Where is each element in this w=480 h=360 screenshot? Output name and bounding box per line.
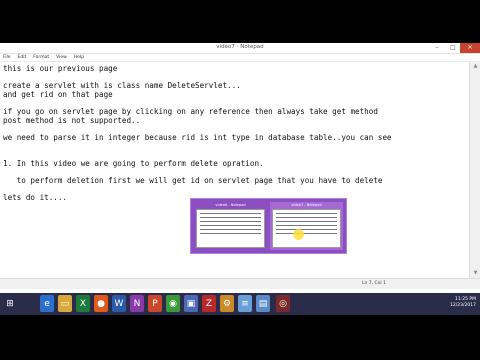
editor-line: to perform deletion first we will get id… <box>3 175 383 185</box>
word-icon[interactable]: W <box>112 295 126 312</box>
menu-format[interactable]: Format <box>33 54 49 61</box>
editor-line: create a servlet with is class name Dele… <box>3 81 241 91</box>
onenote-icon[interactable]: N <box>130 295 144 312</box>
editor-line: 1. In this video we are going to perform… <box>3 158 264 168</box>
editor-line: this is our previous page <box>3 64 118 73</box>
ie-icon[interactable]: e <box>40 295 54 312</box>
window-titlebar[interactable]: video7 - Notepad – □ ✕ <box>0 43 480 54</box>
preview-title: video7 - Notepad <box>291 203 322 207</box>
tool-icon[interactable]: ⚙ <box>220 295 234 312</box>
minimize-button[interactable]: – <box>430 43 444 53</box>
preview-content <box>272 209 341 248</box>
menu-view[interactable]: View <box>56 54 67 61</box>
preview-thumb-video7[interactable]: video7 - Notepad <box>270 202 343 250</box>
recorder-icon[interactable]: ◎ <box>276 295 290 312</box>
media-icon[interactable]: ● <box>94 295 108 312</box>
doc-icon[interactable]: ▤ <box>256 295 270 312</box>
preview-title: video6 - Notepad <box>215 203 246 207</box>
scroll-down-icon[interactable]: ▼ <box>470 269 480 278</box>
editor-line: we need to parse it in integer because r… <box>3 132 392 142</box>
mouse-cursor-highlight <box>293 229 304 240</box>
system-tray[interactable]: 11:25 PM 12/23/2017 <box>450 297 476 309</box>
menu-bar: File Edit Format View Help <box>0 54 480 62</box>
start-icon[interactable]: ⊞ <box>3 295 17 312</box>
preview-content <box>196 209 265 248</box>
maximize-button[interactable]: □ <box>446 43 460 53</box>
clock-date: 12/23/2017 <box>450 303 476 308</box>
menu-help[interactable]: Help <box>74 54 84 61</box>
cursor-position: Ln 7, Col 1 <box>362 281 386 286</box>
menu-file[interactable]: File <box>3 54 11 61</box>
excel-icon[interactable]: X <box>76 295 90 312</box>
powerpoint-icon[interactable]: P <box>148 295 162 312</box>
taskbar: ⊞ e ▭ X ● W N P ◉ ▣ Z ⚙ ≡ ▤ ◎ 11:25 PM 12/23/2017 <box>0 293 480 315</box>
desktop-screen: video7 - Notepad – □ ✕ File Edit Format … <box>0 43 480 315</box>
close-button[interactable]: ✕ <box>460 43 480 53</box>
status-bar: Ln 7, Col 1 <box>0 278 480 289</box>
app-icon[interactable]: ▣ <box>184 295 198 312</box>
editor-line: post method is not supported.. <box>3 115 141 125</box>
folder-icon[interactable]: ▭ <box>58 295 72 312</box>
editor-line: and get rid on that page <box>3 89 113 99</box>
notepad-icon[interactable]: ≡ <box>238 295 252 312</box>
chrome-icon[interactable]: ◉ <box>166 295 180 312</box>
preview-thumb-video6[interactable]: video6 - Notepad <box>194 202 267 250</box>
taskbar-preview-popup: video6 - Notepad video7 - Notepad <box>190 198 347 254</box>
scroll-up-icon[interactable]: ▲ <box>470 62 480 71</box>
menu-edit[interactable]: Edit <box>18 54 27 61</box>
window-title: video7 - Notepad <box>216 44 264 50</box>
editor-line: if you go on servlet page by clicking on… <box>3 106 378 116</box>
filezilla-icon[interactable]: Z <box>202 295 216 312</box>
vertical-scrollbar[interactable]: ▲ ▼ <box>469 62 480 278</box>
